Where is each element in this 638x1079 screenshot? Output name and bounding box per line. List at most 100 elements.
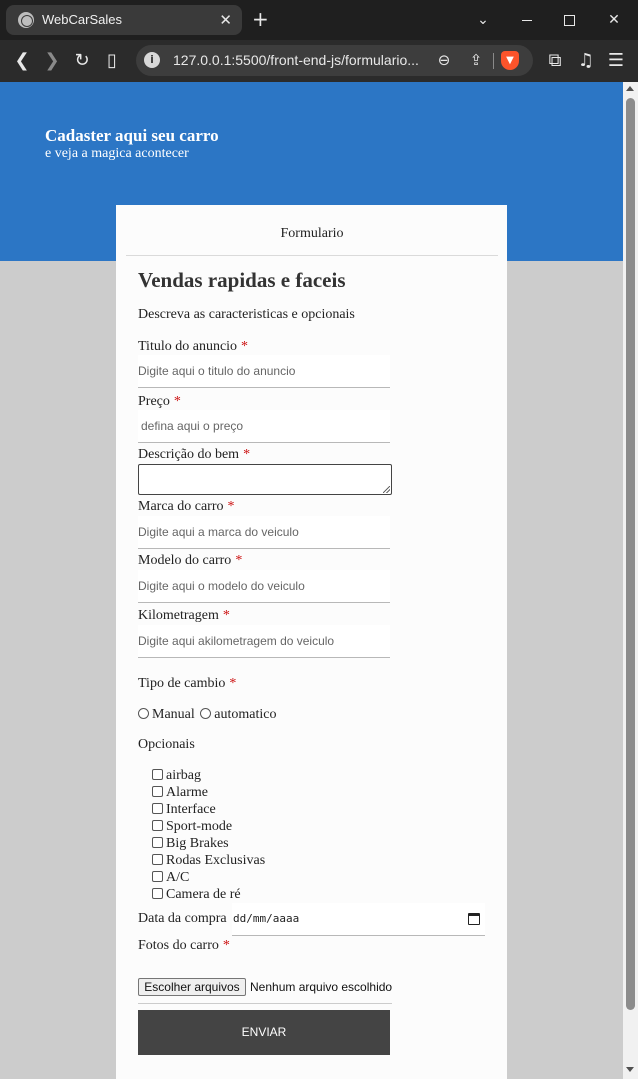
modelo-label-text: Modelo do carro: [138, 553, 232, 568]
hero-title: Cadaster aqui seu carro: [45, 126, 219, 145]
preco-label: Preço *: [138, 394, 181, 410]
form-card: Formulario Vendas rapidas e faceis Descr…: [116, 205, 507, 1079]
bookmark-icon[interactable]: ▯: [100, 49, 124, 73]
checkbox-label[interactable]: Big Brakes: [166, 836, 229, 851]
data-compra-label: Data da compra: [138, 911, 227, 926]
choose-files-button[interactable]: Escolher arquivos: [138, 978, 246, 996]
checkbox-label[interactable]: airbag: [166, 768, 201, 783]
radio-automatico[interactable]: [200, 708, 212, 719]
checkbox-label[interactable]: Camera de ré: [166, 887, 241, 902]
checkbox-item[interactable]: airbag: [152, 767, 265, 784]
checkbox-item[interactable]: Rodas Exclusivas: [152, 852, 265, 869]
checkbox-item[interactable]: Camera de ré: [152, 886, 265, 903]
calendar-icon[interactable]: [468, 913, 480, 925]
titulo-label-text: Titulo do anuncio: [138, 339, 238, 354]
required-mark: *: [241, 339, 249, 354]
checkbox[interactable]: [152, 803, 163, 814]
km-input[interactable]: [138, 625, 390, 658]
reload-icon[interactable]: ↻: [70, 49, 94, 73]
checkbox-label[interactable]: Interface: [166, 802, 216, 817]
marca-input[interactable]: [138, 516, 390, 549]
submit-button[interactable]: ENVIAR: [138, 1010, 390, 1055]
url-text[interactable]: 127.0.0.1:5500/front-end-js/formulario..…: [173, 52, 419, 68]
titulo-input[interactable]: [138, 355, 390, 388]
back-icon[interactable]: ❮: [10, 49, 34, 73]
preco-label-text: Preço: [138, 394, 170, 409]
required-mark: *: [222, 608, 230, 623]
fotos-label: Fotos do carro *: [138, 938, 230, 954]
menu-icon[interactable]: ☰: [604, 49, 628, 73]
file-status: Nenhum arquivo escolhido: [250, 980, 393, 994]
required-mark: *: [222, 938, 230, 953]
checkbox[interactable]: [152, 871, 163, 882]
checkbox[interactable]: [152, 837, 163, 848]
checkbox-label[interactable]: Alarme: [166, 785, 208, 800]
zoom-out-icon[interactable]: ⊖: [434, 50, 454, 70]
minimize-icon[interactable]: [515, 9, 539, 31]
close-icon[interactable]: ✕: [219, 9, 232, 31]
info-icon[interactable]: i: [144, 52, 160, 68]
divider: [138, 1003, 392, 1004]
share-icon[interactable]: ⇪: [466, 50, 486, 70]
checkbox-item[interactable]: Interface: [152, 801, 265, 818]
form-description: Descreva as caracteristicas e opcionais: [138, 307, 355, 322]
form-heading: Vendas rapidas e faceis: [138, 268, 346, 292]
checkbox[interactable]: [152, 786, 163, 797]
date-value[interactable]: dd/mm/aaaa: [233, 912, 299, 925]
required-mark: *: [173, 394, 181, 409]
required-mark: *: [229, 676, 237, 691]
checkbox-item[interactable]: A/C: [152, 869, 265, 886]
checkbox-item[interactable]: Big Brakes: [152, 835, 265, 852]
cambio-label: Tipo de cambio *: [138, 676, 236, 692]
plus-icon[interactable]: +: [252, 6, 269, 32]
browser-tab[interactable]: WebCarSales ✕: [6, 5, 242, 35]
media-icon[interactable]: ♫: [574, 49, 598, 73]
checkbox-item[interactable]: Sport-mode: [152, 818, 265, 835]
scroll-down-icon[interactable]: [626, 1067, 634, 1072]
descricao-textarea[interactable]: [138, 464, 392, 495]
data-compra-input[interactable]: dd/mm/aaaa: [232, 903, 485, 936]
forward-icon[interactable]: ❯: [40, 49, 64, 73]
browser-tab-bar: WebCarSales ✕ + ⌄ ✕: [0, 0, 638, 40]
opcionais-checkbox-list: airbag Alarme Interface Sport-mode Big B…: [152, 767, 265, 903]
opcionais-label: Opcionais: [138, 737, 195, 752]
modelo-input[interactable]: [138, 570, 390, 603]
page-viewport: Cadaster aqui seu carro e veja a magica …: [0, 82, 623, 1079]
radio-manual[interactable]: [138, 708, 149, 719]
radio-manual-label[interactable]: Manual: [152, 707, 195, 722]
checkbox[interactable]: [152, 854, 163, 865]
extensions-icon[interactable]: ⧉: [543, 49, 567, 73]
window-close-icon[interactable]: ✕: [602, 9, 626, 31]
form-card-header: Formulario: [126, 205, 498, 256]
titulo-label: Titulo do anuncio *: [138, 339, 248, 355]
marca-label: Marca do carro *: [138, 499, 235, 515]
cambio-label-text: Tipo de cambio: [138, 676, 226, 691]
fotos-label-text: Fotos do carro: [138, 938, 219, 953]
radio-automatico-label[interactable]: automatico: [214, 707, 276, 722]
required-mark: *: [243, 447, 251, 462]
preco-input[interactable]: [138, 410, 390, 443]
globe-icon: [18, 12, 34, 28]
km-label: Kilometragem *: [138, 608, 230, 624]
scroll-up-icon[interactable]: [626, 86, 634, 91]
brave-shield-icon[interactable]: ▼: [501, 51, 519, 70]
cambio-radio-group: Manual automatico: [138, 707, 276, 723]
maximize-icon[interactable]: [557, 9, 581, 31]
descricao-label-text: Descrição do bem: [138, 447, 240, 462]
checkbox[interactable]: [152, 888, 163, 899]
checkbox-item[interactable]: Alarme: [152, 784, 265, 801]
scrollbar-thumb[interactable]: [626, 98, 635, 1010]
required-mark: *: [235, 553, 243, 568]
chevron-down-icon[interactable]: ⌄: [471, 9, 495, 31]
address-bar[interactable]: i 127.0.0.1:5500/front-end-js/formulario…: [136, 45, 533, 76]
checkbox[interactable]: [152, 769, 163, 780]
checkbox-label[interactable]: Sport-mode: [166, 819, 232, 834]
browser-toolbar: ❮ ❯ ↻ ▯ i 127.0.0.1:5500/front-end-js/fo…: [0, 40, 638, 82]
descricao-label: Descrição do bem *: [138, 447, 250, 463]
checkbox-label[interactable]: Rodas Exclusivas: [166, 853, 265, 868]
marca-label-text: Marca do carro: [138, 499, 224, 514]
checkbox[interactable]: [152, 820, 163, 831]
page-scrollbar[interactable]: [623, 82, 638, 1079]
resize-grip-icon[interactable]: [383, 486, 390, 493]
checkbox-label[interactable]: A/C: [166, 870, 189, 885]
